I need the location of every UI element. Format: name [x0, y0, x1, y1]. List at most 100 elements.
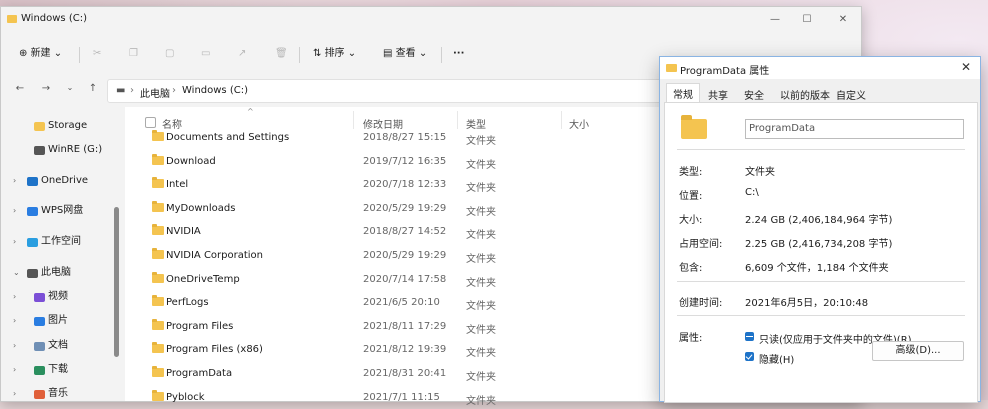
sidebar-item-label: OneDrive — [41, 175, 89, 186]
breadcrumb-this-pc[interactable]: 此电脑 — [140, 85, 170, 100]
file-type: 文件夹 — [466, 206, 496, 218]
folder-icon — [152, 366, 164, 377]
view-button[interactable]: ▤ 查看 ⌄ — [383, 43, 427, 65]
computer-icon: ▬ — [116, 85, 126, 96]
sidebar-item-label: 工作空间 — [41, 236, 81, 247]
file-date: 2021/8/31 20:41 — [363, 368, 447, 379]
chevron-right-icon[interactable]: › — [13, 336, 16, 356]
chevron-right-icon[interactable]: › — [13, 171, 16, 191]
file-name: PerfLogs — [166, 297, 209, 309]
breadcrumb-drive[interactable]: Windows (C:) — [182, 85, 248, 96]
cut-icon[interactable]: ✂ — [93, 43, 101, 65]
breadcrumb-chevron-icon: › — [172, 85, 176, 96]
sidebar-item[interactable]: › 下载 — [1, 360, 111, 380]
chevron-right-icon[interactable]: › — [13, 232, 16, 252]
file-date: 2021/6/5 20:10 — [363, 297, 440, 309]
file-date: 2020/7/14 17:58 — [363, 273, 447, 285]
sidebar-item-label: Storage — [48, 120, 88, 131]
sidebar-item-label: 此电脑 — [41, 267, 71, 278]
file-name: Download — [166, 155, 216, 167]
address-bar[interactable]: ▬ › 此电脑 › Windows (C:) — [107, 79, 669, 103]
sidebar-item-label: WPS网盘 — [41, 205, 84, 216]
folder-icon — [681, 115, 707, 139]
advanced-button[interactable]: 高级(D)... — [872, 341, 964, 361]
chevron-right-icon[interactable]: › — [13, 287, 16, 307]
more-options-button[interactable]: ··· — [453, 43, 464, 65]
navigation-scrollbar-thumb[interactable] — [114, 207, 119, 357]
paste-icon[interactable]: ▢ — [165, 43, 174, 65]
recent-locations-chevron-icon[interactable]: ⌄ — [63, 83, 77, 92]
type-value: 文件夹 — [745, 167, 775, 178]
folder-icon — [152, 295, 164, 307]
copy-icon[interactable]: ❐ — [129, 43, 138, 65]
sort-ascending-icon: ^ — [247, 107, 254, 116]
file-name: MyDownloads — [166, 202, 236, 214]
rename-icon[interactable]: ▭ — [201, 43, 210, 65]
sort-button[interactable]: ⇅ 排序 ⌄ — [313, 43, 356, 65]
contains-label: 包含: — [679, 263, 703, 274]
sidebar-item[interactable]: ⌄ 此电脑 — [1, 263, 111, 283]
file-type: 文件夹 — [466, 324, 496, 336]
close-icon[interactable]: ✕ — [958, 60, 974, 74]
navigation-pane: Storage WinRE (G:) › OneDrive › WPS网盘 › 工作空间 ⌄ 此电… — [1, 107, 111, 401]
hidden-checkbox-label[interactable]: 隐藏(H) — [759, 351, 794, 366]
workspace-icon — [27, 238, 38, 247]
file-type: 文件夹 — [466, 277, 496, 289]
file-date: 2018/8/27 15:15 — [363, 132, 447, 143]
share-icon[interactable]: ↗ — [238, 43, 246, 65]
sidebar-item[interactable]: › 工作空间 — [1, 232, 111, 252]
chevron-right-icon[interactable]: › — [13, 311, 16, 331]
chevron-down-icon[interactable]: ⌄ — [13, 263, 20, 283]
created-label: 创建时间: — [679, 298, 723, 309]
hidden-checkbox[interactable] — [745, 352, 754, 361]
created-value: 2021年6月5日，20:10:48 — [745, 298, 869, 309]
folder-name-field[interactable]: ProgramData — [745, 119, 964, 139]
back-arrow-icon[interactable]: ← — [13, 83, 27, 94]
file-date: 2020/7/18 12:33 — [363, 179, 447, 191]
tab-previous-versions[interactable]: 以前的版本 — [780, 87, 830, 102]
sidebar-item[interactable]: Storage — [1, 116, 111, 136]
type-label: 类型: — [679, 167, 703, 178]
drive-icon — [34, 146, 45, 155]
delete-icon[interactable]: 🗑 — [275, 43, 288, 65]
sidebar-item[interactable]: › 文档 — [1, 336, 111, 356]
file-name: Program Files — [166, 320, 234, 332]
video-icon — [34, 293, 45, 302]
chevron-right-icon[interactable]: › — [13, 360, 16, 380]
picture-icon — [34, 317, 45, 326]
file-date: 2018/8/27 14:52 — [363, 226, 447, 238]
sidebar-item[interactable]: › 图片 — [1, 311, 111, 331]
location-label: 位置: — [679, 191, 703, 202]
folder-icon — [152, 130, 164, 141]
sort-icon: ⇅ — [313, 48, 325, 59]
minimize-button[interactable]: — — [765, 11, 785, 29]
sidebar-item[interactable]: › 视频 — [1, 287, 111, 307]
file-type: 文件夹 — [466, 183, 496, 195]
up-arrow-icon[interactable]: ↑ — [86, 83, 100, 94]
chevron-right-icon[interactable]: › — [13, 384, 16, 404]
file-date: 2020/5/29 19:29 — [363, 250, 447, 261]
forward-arrow-icon[interactable]: → — [39, 83, 53, 94]
chevron-right-icon[interactable]: › — [13, 201, 16, 221]
sidebar-item-label: WinRE (G:) — [48, 144, 103, 155]
cloud-icon — [27, 207, 38, 216]
tab-customize[interactable]: 自定义 — [836, 87, 866, 102]
size-label: 大小: — [679, 215, 703, 226]
maximize-button[interactable]: ☐ — [797, 11, 817, 29]
new-button[interactable]: ⊕ 新建 ⌄ — [19, 43, 62, 65]
properties-dialog: ProgramData 属性 ✕ 常规 共享 安全 以前的版本 自定义 Prog… — [659, 56, 981, 403]
sidebar-item[interactable]: › 音乐 — [1, 384, 111, 404]
disk-size-label: 占用空间: — [679, 239, 723, 250]
readonly-checkbox[interactable] — [745, 332, 754, 341]
properties-titlebar: ProgramData 属性 ✕ — [660, 57, 980, 79]
file-type: 文件夹 — [466, 230, 496, 242]
file-date: 2021/7/1 11:15 — [363, 391, 440, 403]
size-value: 2.24 GB (2,406,184,964 字节) — [745, 215, 893, 226]
file-date: 2020/5/29 19:29 — [363, 202, 447, 214]
tab-sharing[interactable]: 共享 — [708, 87, 728, 102]
tab-security[interactable]: 安全 — [744, 87, 764, 102]
sidebar-item[interactable]: › WPS网盘 — [1, 201, 111, 221]
sidebar-item[interactable]: WinRE (G:) — [1, 140, 111, 160]
sidebar-item[interactable]: › OneDrive — [1, 171, 111, 191]
close-window-button[interactable]: ✕ — [833, 11, 853, 29]
